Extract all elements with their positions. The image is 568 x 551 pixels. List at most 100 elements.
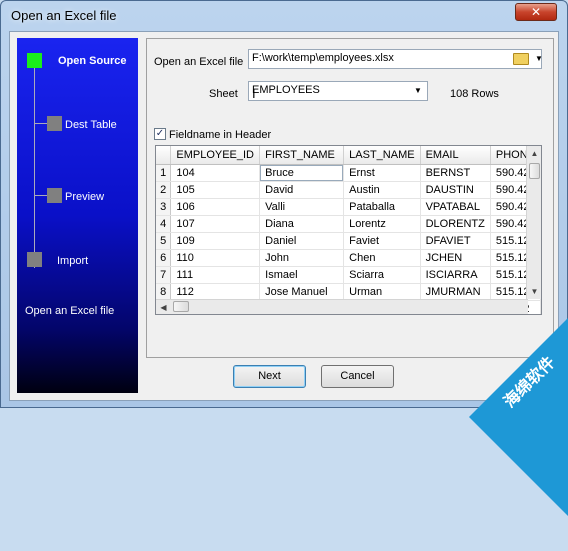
column-header[interactable]: LAST_NAME bbox=[343, 146, 421, 165]
table-cell[interactable]: 105 bbox=[170, 181, 261, 199]
file-label: Open an Excel file bbox=[154, 56, 244, 68]
table-cell[interactable]: Jose Manuel bbox=[259, 283, 345, 301]
scroll-left-icon[interactable]: ◀ bbox=[156, 300, 171, 314]
sheet-value: EMPLOYEES bbox=[252, 84, 320, 96]
cancel-button[interactable]: Cancel bbox=[321, 365, 394, 388]
table-row[interactable]: 4 107 Diana Lorentz DLORENTZ 590.42 bbox=[156, 215, 541, 233]
header-row: EMPLOYEE_ID FIRST_NAME LAST_NAME EMAIL P… bbox=[156, 146, 541, 165]
table-cell[interactable]: John bbox=[259, 249, 345, 267]
row-number[interactable]: 2 bbox=[156, 181, 172, 199]
step-preview-marker bbox=[47, 188, 62, 203]
column-header[interactable]: EMAIL bbox=[420, 146, 491, 165]
table-row[interactable]: 8 112 Jose Manuel Urman JMURMAN 515.12 bbox=[156, 283, 541, 301]
row-number[interactable]: 5 bbox=[156, 232, 172, 250]
fieldname-header-label: Fieldname in Header bbox=[169, 129, 272, 141]
table-row[interactable]: 1 104 Bruce Ernst BERNST 590.42 bbox=[156, 164, 541, 182]
horizontal-scroll-thumb[interactable] bbox=[173, 301, 189, 312]
table-cell[interactable]: Ernst bbox=[343, 164, 421, 182]
table-cell[interactable]: 112 bbox=[170, 283, 261, 301]
check-icon: ✓ bbox=[155, 128, 165, 139]
next-button[interactable]: Next bbox=[233, 365, 306, 388]
row-number[interactable]: 6 bbox=[156, 249, 172, 267]
table-cell[interactable]: Sciarra bbox=[343, 266, 421, 284]
row-number[interactable]: 1 bbox=[156, 164, 172, 182]
wizard-sidebar: Open Source Dest Table Preview Import Op… bbox=[17, 38, 138, 393]
table-cell[interactable]: Urman bbox=[343, 283, 421, 301]
step-import-label: Import bbox=[57, 255, 89, 267]
preview-table: EMPLOYEE_ID FIRST_NAME LAST_NAME EMAIL P… bbox=[156, 146, 541, 314]
sheet-label: Sheet bbox=[209, 88, 238, 100]
steps-connector bbox=[34, 60, 35, 268]
rows-count: 108 Rows bbox=[450, 88, 499, 100]
table-cell[interactable]: DLORENTZ bbox=[420, 215, 491, 233]
table-cell[interactable]: Faviet bbox=[343, 232, 421, 250]
step-preview-label: Preview bbox=[65, 191, 105, 203]
file-dropdown-button[interactable]: ▼ bbox=[532, 49, 546, 69]
table-cell[interactable]: 109 bbox=[170, 232, 261, 250]
table-cell[interactable]: 110 bbox=[170, 249, 261, 267]
table-cell[interactable]: Pataballa bbox=[343, 198, 421, 216]
horizontal-scrollbar[interactable]: ◀ bbox=[156, 299, 528, 314]
window-title: Open an Excel file bbox=[11, 8, 117, 23]
fieldname-header-checkbox[interactable]: ✓ bbox=[154, 128, 166, 140]
cancel-button-label: Cancel bbox=[340, 370, 375, 382]
table-cell[interactable]: 107 bbox=[170, 215, 261, 233]
step-import-marker bbox=[27, 252, 42, 267]
row-number[interactable]: 8 bbox=[156, 283, 172, 301]
table-cell[interactable]: DFAVIET bbox=[420, 232, 491, 250]
sidebar-caption: Open an Excel file bbox=[25, 305, 115, 317]
table-cell[interactable]: Lorentz bbox=[343, 215, 421, 233]
table-row[interactable]: 7 111 Ismael Sciarra ISCIARRA 515.12 bbox=[156, 266, 541, 284]
text-cursor-icon: I bbox=[252, 86, 256, 101]
dialog-window: Open an Excel file ✕ Open Source Dest Ta… bbox=[0, 0, 568, 551]
vertical-scroll-thumb[interactable] bbox=[529, 163, 540, 179]
table-cell[interactable]: Austin bbox=[343, 181, 421, 199]
title-bar[interactable]: Open an Excel file ✕ bbox=[1, 1, 567, 31]
chevron-down-icon: ▼ bbox=[535, 54, 543, 63]
column-header[interactable]: FIRST_NAME bbox=[259, 146, 345, 165]
row-number[interactable]: 3 bbox=[156, 198, 172, 216]
file-path-input[interactable]: F:\work\temp\employees.xlsx bbox=[248, 49, 542, 69]
sheet-dropdown-button[interactable]: ▼ bbox=[411, 81, 425, 101]
column-header[interactable]: EMPLOYEE_ID bbox=[170, 146, 261, 165]
table-row[interactable]: 2 105 David Austin DAUSTIN 590.42 bbox=[156, 181, 541, 199]
table-row[interactable]: 3 106 Valli Pataballa VPATABAL 590.42 bbox=[156, 198, 541, 216]
table-cell[interactable]: Valli bbox=[259, 198, 345, 216]
table-cell[interactable]: 106 bbox=[170, 198, 261, 216]
table-cell[interactable]: 111 bbox=[170, 266, 261, 284]
table-cell[interactable]: 104 bbox=[170, 164, 261, 182]
table-cell[interactable]: Diana bbox=[259, 215, 345, 233]
file-path-value: F:\work\temp\employees.xlsx bbox=[252, 52, 394, 64]
column-header[interactable] bbox=[156, 146, 172, 165]
table-cell[interactable]: Bruce bbox=[259, 164, 345, 182]
watermark-badge: 海绵软件 bbox=[469, 277, 568, 551]
row-number[interactable]: 7 bbox=[156, 266, 172, 284]
chevron-down-icon: ▼ bbox=[414, 86, 422, 95]
table-cell[interactable]: DAUSTIN bbox=[420, 181, 491, 199]
table-cell[interactable]: BERNST bbox=[420, 164, 491, 182]
step-dest-table-label: Dest Table bbox=[65, 119, 117, 131]
table-cell[interactable]: Chen bbox=[343, 249, 421, 267]
table-cell[interactable]: JMURMAN bbox=[420, 283, 491, 301]
step-open-source-marker bbox=[27, 53, 42, 68]
next-button-label: Next bbox=[258, 370, 281, 382]
sheet-select[interactable]: EMPLOYEES bbox=[248, 81, 428, 101]
table-row[interactable]: 5 109 Daniel Faviet DFAVIET 515.12 bbox=[156, 232, 541, 250]
table-cell[interactable]: JCHEN bbox=[420, 249, 491, 267]
table-cell[interactable]: David bbox=[259, 181, 345, 199]
table-cell[interactable]: Daniel bbox=[259, 232, 345, 250]
table-row[interactable]: 6 110 John Chen JCHEN 515.12 bbox=[156, 249, 541, 267]
dialog-client: Open Source Dest Table Preview Import Op… bbox=[9, 31, 559, 401]
close-button[interactable]: ✕ bbox=[515, 3, 557, 21]
table-cell[interactable]: VPATABAL bbox=[420, 198, 491, 216]
close-icon: ✕ bbox=[530, 5, 542, 19]
row-number[interactable]: 4 bbox=[156, 215, 172, 233]
scroll-up-icon[interactable]: ▲ bbox=[527, 146, 541, 161]
grid-body: 1 104 Bruce Ernst BERNST 590.42 2 105 David Austi… bbox=[156, 164, 541, 314]
folder-icon[interactable] bbox=[513, 53, 529, 65]
step-open-source-label: Open Source bbox=[58, 55, 127, 67]
table-cell[interactable]: Ismael bbox=[259, 266, 345, 284]
step-dest-table-marker bbox=[47, 116, 62, 131]
preview-grid[interactable]: EMPLOYEE_ID FIRST_NAME LAST_NAME EMAIL P… bbox=[155, 145, 542, 315]
table-cell[interactable]: ISCIARRA bbox=[420, 266, 491, 284]
